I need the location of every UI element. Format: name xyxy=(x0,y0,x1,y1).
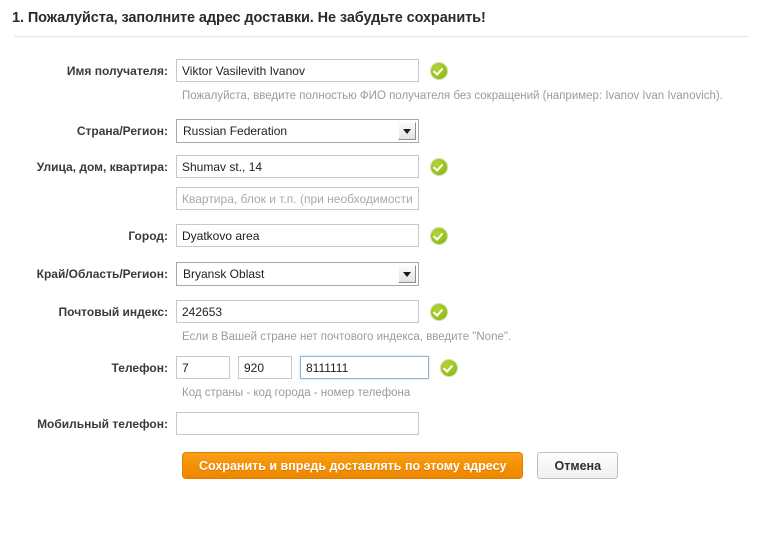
country-select-value: Russian Federation xyxy=(183,124,288,138)
phone-hint: Код страны - код города - номер телефона xyxy=(182,387,411,399)
form-row-recipient-name: Имя получателя: xyxy=(0,59,763,83)
phone-label: Телефон: xyxy=(111,361,168,375)
street-label: Улица, дом, квартира: xyxy=(36,160,168,174)
postal-code-hint: Если в Вашей стране нет почтового индекс… xyxy=(182,331,512,343)
form-row-phone: Телефон: xyxy=(0,356,763,380)
street2-input[interactable] xyxy=(176,187,419,210)
street-input[interactable] xyxy=(176,155,419,178)
save-address-button[interactable]: Сохранить и впредь доставлять по этому а… xyxy=(182,452,524,479)
mobile-phone-input[interactable] xyxy=(176,412,419,435)
form-row-postal-code: Почтовый индекс: xyxy=(0,300,763,324)
form-row-region: Край/Область/Регион: Bryansk Oblast xyxy=(0,262,763,286)
page-header: 1. Пожалуйста, заполните адрес доставки.… xyxy=(0,0,763,28)
city-label: Город: xyxy=(128,229,168,243)
recipient-name-input[interactable] xyxy=(176,59,419,82)
region-select[interactable]: Bryansk Oblast xyxy=(176,262,419,286)
cancel-button[interactable]: Отмена xyxy=(537,452,619,479)
country-label: Страна/Регион: xyxy=(76,124,168,138)
phone-area-code-input[interactable] xyxy=(238,356,292,379)
region-label: Край/Область/Регион: xyxy=(36,267,168,281)
postal-code-input[interactable] xyxy=(176,300,419,323)
phone-country-code-input[interactable] xyxy=(176,356,230,379)
chevron-down-icon-country[interactable] xyxy=(398,122,416,140)
country-select[interactable]: Russian Federation xyxy=(176,119,419,143)
region-select-value: Bryansk Oblast xyxy=(183,267,265,281)
valid-check-icon-city xyxy=(431,227,447,244)
form-row-street2 xyxy=(0,187,763,210)
page-title: 1. Пожалуйста, заполните адрес доставки.… xyxy=(12,10,486,26)
form-row-country: Страна/Регион: Russian Federation xyxy=(0,119,763,143)
phone-input-group xyxy=(176,356,429,379)
valid-check-icon-postal xyxy=(431,303,447,320)
form-actions: Сохранить и впредь доставлять по этому а… xyxy=(176,452,763,479)
shipping-address-page: 1. Пожалуйста, заполните адрес доставки.… xyxy=(0,0,763,554)
phone-number-input[interactable] xyxy=(300,356,429,379)
recipient-name-hint: Пожалуйста, введите полностью ФИО получа… xyxy=(182,90,723,102)
header-divider xyxy=(14,36,749,37)
valid-check-icon-name xyxy=(431,62,447,79)
recipient-name-label: Имя получателя: xyxy=(66,64,168,78)
shipping-address-form: Имя получателя: Пожалуйста, введите полн… xyxy=(0,59,763,479)
valid-check-icon-street xyxy=(431,158,447,175)
form-row-mobile-phone: Мобильный телефон: xyxy=(0,412,763,436)
chevron-down-icon-region[interactable] xyxy=(398,265,416,283)
form-row-city: Город: xyxy=(0,224,763,248)
valid-check-icon-phone xyxy=(441,359,457,376)
mobile-phone-label: Мобильный телефон: xyxy=(37,417,168,431)
city-input[interactable] xyxy=(176,224,419,247)
postal-code-label: Почтовый индекс: xyxy=(58,305,168,319)
form-row-street: Улица, дом, квартира: xyxy=(0,155,763,179)
